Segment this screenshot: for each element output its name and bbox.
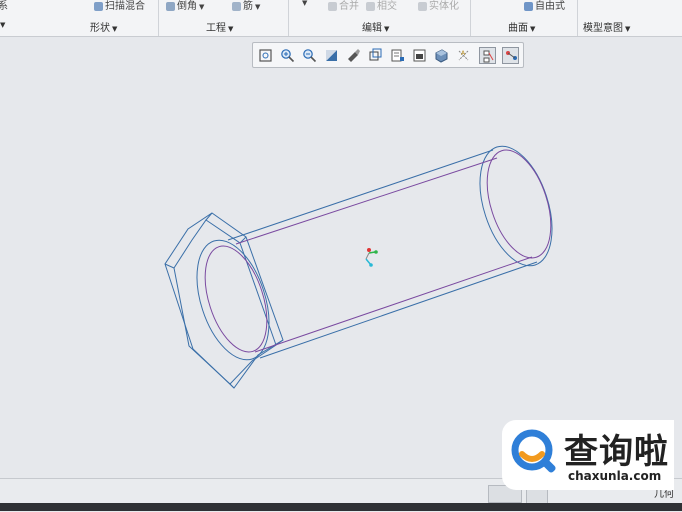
shaft-bottom-edge (259, 261, 538, 359)
shaft-top-edge (227, 149, 494, 241)
bolt-model (164, 145, 553, 389)
watermark-brand-url: chaxunla.com (568, 469, 662, 483)
shaft-end-circle (479, 145, 553, 267)
shaft-base-circle (196, 239, 270, 361)
magnifier-logo-icon (511, 429, 556, 473)
taskbar-strip (0, 503, 682, 511)
spin-center-indicator (365, 248, 378, 267)
graphics-area[interactable] (0, 0, 682, 478)
watermark-brand-cn: 查询啦 (564, 432, 669, 472)
hex-head-back (173, 219, 277, 385)
hex-head-front (164, 212, 284, 389)
watermark-logo: 查询啦 chaxunla.com (502, 420, 674, 490)
